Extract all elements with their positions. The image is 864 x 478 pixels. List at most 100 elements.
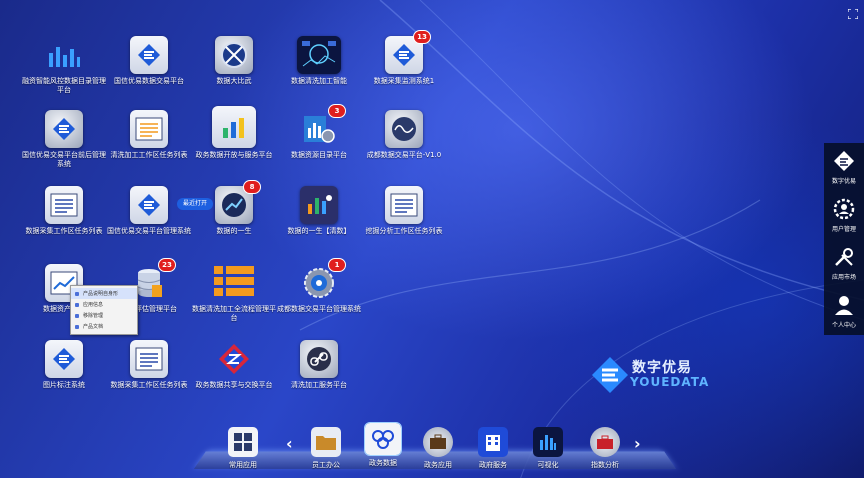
app-label: 政务数据共享与交换平台: [195, 381, 273, 389]
bars-icon: [533, 427, 563, 457]
desktop-app[interactable]: 13 数据采集监测系统1: [361, 30, 447, 86]
bar-chart-window-icon: [212, 106, 256, 148]
context-menu-item[interactable]: 移除管理: [71, 310, 137, 321]
app-label: 国信优易交易平台管理系统: [107, 227, 191, 235]
desktop-app[interactable]: 数据清洗加工全流程管理平台: [191, 260, 277, 323]
list-window-icon: [45, 186, 83, 224]
desktop-app[interactable]: 政务数据共享与交换平台: [191, 340, 277, 390]
dock-item[interactable]: 政府服务: [463, 427, 523, 470]
app-label: 政务数据开放与服务平台: [195, 151, 273, 159]
dock-item[interactable]: 指数分析: [575, 427, 635, 470]
menu-bullet-icon: [75, 291, 79, 296]
folder-icon: [311, 427, 341, 457]
tools-icon: [835, 248, 853, 266]
app-label: 成都数据交易平台-V1.0: [366, 151, 442, 159]
youedata-logo-icon: 13: [385, 30, 431, 74]
grid-icon: [228, 427, 258, 457]
dock-item[interactable]: 可视化: [518, 427, 578, 470]
app-label: 数据采集监测系统1: [373, 77, 435, 85]
list-window-icon: [130, 340, 168, 378]
dock-item-label: 员工办公: [312, 461, 340, 469]
desktop-app[interactable]: 图片标注系统: [21, 340, 107, 390]
dock-item-label: 政务数据: [369, 459, 397, 467]
desktop-app-grid: 融资智能风控数据目录管理平台 国信优易数据交易平台 数据大比武 数据清洗加工智能…: [0, 0, 864, 478]
desktop-app[interactable]: 国信优易交易平台管理系统: [106, 186, 192, 236]
gear-user-icon: [833, 198, 855, 220]
menu-bullet-icon: [75, 302, 79, 307]
sidebar-item-youedata[interactable]: 数字优易: [824, 143, 864, 191]
app-label: 国信优易交易平台前后管理系统: [22, 151, 106, 168]
desktop-app[interactable]: 挖掘分析工作区任务列表: [361, 186, 447, 236]
orange-list-icon: [212, 260, 256, 302]
right-sidebar: 数字优易 用户管理 应用市场 个人中心: [824, 143, 864, 335]
desktop-app[interactable]: 数据的一生【清数】: [276, 186, 362, 236]
recent-tooltip: 最近打开: [177, 198, 214, 210]
brand-name-en: YOUEDATA: [630, 375, 710, 389]
building-icon: [478, 427, 508, 457]
app-label: 成都数据交易平台管理系统: [277, 305, 361, 313]
dock-item[interactable]: 常用应用: [213, 427, 273, 470]
desktop-app[interactable]: 成都数据交易平台-V1.0: [361, 110, 447, 160]
trend-circle-icon: 8: [215, 180, 261, 224]
z-logo-icon: [215, 340, 253, 378]
wave-circle-icon: [385, 110, 423, 148]
app-label: 数据的一生: [216, 227, 252, 235]
dock-item[interactable]: 员工办公: [296, 427, 356, 470]
dock-item-label: 政府服务: [479, 461, 507, 469]
notification-badge: 8: [243, 180, 261, 194]
desktop-app[interactable]: 1 成都数据交易平台管理系统: [276, 258, 362, 314]
app-label: 数据大比武: [216, 77, 252, 85]
context-menu-item[interactable]: 应用信息: [71, 299, 137, 310]
app-label: 图片标注系统: [43, 381, 85, 389]
chevron-left-icon[interactable]: ‹: [286, 434, 293, 453]
sidebar-item-label: 数字优易: [831, 178, 856, 185]
desktop-app[interactable]: 数据采集工作区任务列表: [21, 186, 107, 236]
desktop-app[interactable]: 8 数据的一生: [191, 180, 277, 236]
brand-name-cn: 数字优易: [632, 360, 692, 376]
bar-chart-icon: [45, 36, 83, 74]
gear-chart-icon: 3: [300, 104, 346, 148]
sidebar-item-label: 用户管理: [831, 226, 856, 233]
desktop-app[interactable]: 数据采集工作区任务列表: [106, 340, 192, 390]
menu-bullet-icon: [75, 324, 79, 329]
briefcase-icon: [423, 427, 453, 457]
dock-item-label: 可视化: [537, 461, 559, 469]
desktop-app[interactable]: 国信优易数据交易平台: [106, 36, 192, 86]
eye-gear-icon: 1: [300, 258, 346, 302]
youedata-logo-icon: [834, 151, 854, 171]
desktop-app[interactable]: 数据清洗加工智能: [276, 36, 362, 86]
notification-badge: 13: [413, 30, 431, 44]
sidebar-item-app-market[interactable]: 应用市场: [824, 239, 864, 287]
app-label: 数据采集工作区任务列表: [110, 381, 188, 389]
hexagons-icon: [364, 422, 402, 456]
desktop-app[interactable]: 融资智能风控数据目录管理平台: [21, 36, 107, 95]
sidebar-item-user-management[interactable]: 用户管理: [824, 191, 864, 239]
dock-item[interactable]: 政务数据: [353, 422, 413, 468]
app-label: 数据资源目录平台: [291, 151, 347, 159]
sidebar-item-label: 应用市场: [831, 274, 856, 281]
app-label: 清洗加工服务平台: [291, 381, 347, 389]
context-menu-item[interactable]: 产品说明自身形: [71, 288, 137, 299]
desktop-app[interactable]: 3 数据资源目录平台: [276, 104, 362, 160]
people-chart-icon: [300, 186, 338, 224]
desktop-app[interactable]: 清洗加工服务平台: [276, 340, 362, 390]
desktop-app[interactable]: 数据大比武: [191, 36, 277, 86]
list-window-icon: [385, 186, 423, 224]
desktop-app[interactable]: 国信优易交易平台前后管理系统: [21, 110, 107, 169]
dock-item-label: 政务应用: [424, 461, 452, 469]
notification-badge: 3: [328, 104, 346, 118]
app-label: 数据清洗加工全流程管理平台: [192, 305, 276, 322]
sidebar-item-personal-center[interactable]: 个人中心: [824, 287, 864, 335]
brand-logo: 数字优易 YOUEDATA: [590, 355, 730, 405]
context-menu-item[interactable]: 产品文档: [71, 321, 137, 332]
globe-swords-icon: [215, 36, 253, 74]
youedata-logo-icon: [130, 186, 168, 224]
notification-badge: 23: [158, 258, 176, 272]
desktop-app[interactable]: 清洗加工工作区任务列表: [106, 110, 192, 160]
app-label: 数据采集工作区任务列表: [25, 227, 103, 235]
link-circle-icon: [300, 340, 338, 378]
dock-item[interactable]: 政务应用: [408, 427, 468, 470]
desktop-app[interactable]: 政务数据开放与服务平台: [191, 106, 277, 160]
youedata-logo-icon: [45, 110, 83, 148]
youedata-logo-icon: [592, 357, 628, 393]
